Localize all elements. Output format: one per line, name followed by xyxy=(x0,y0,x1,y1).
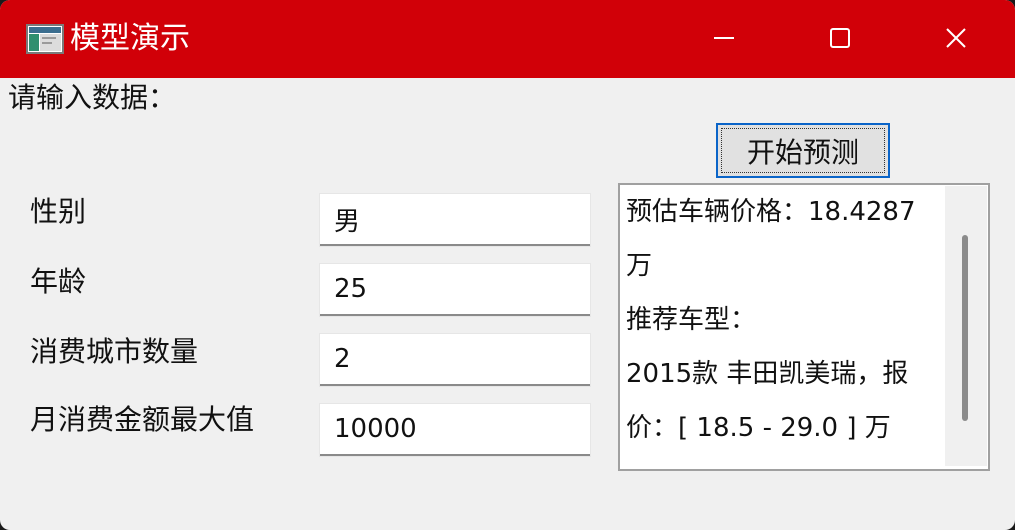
city-count-label: 消费城市数量 xyxy=(30,335,199,368)
max-monthly-spend-label: 月消费金额最大值 xyxy=(30,403,255,436)
result-line: 万 xyxy=(626,251,653,281)
app-icon xyxy=(26,24,64,54)
result-line: 预估车辆价格：18.4287 xyxy=(626,197,916,227)
age-label: 年龄 xyxy=(30,265,87,298)
result-line: 价：[ 18.5 - 29.0 ] 万 xyxy=(626,413,891,443)
city-count-field[interactable]: 2 xyxy=(320,334,590,386)
maximize-icon xyxy=(830,28,850,48)
maximize-button[interactable] xyxy=(810,10,870,66)
title-bar[interactable]: 模型演示 xyxy=(0,0,1015,78)
gender-label: 性别 xyxy=(30,195,87,228)
close-button[interactable] xyxy=(926,10,986,66)
result-scrollbar-thumb[interactable] xyxy=(962,235,968,421)
input-prompt-label: 请输入数据： xyxy=(8,81,177,114)
result-text: 预估车辆价格：18.4287 万 推荐车型： 2015款 丰田凯美瑞，报 价：[… xyxy=(626,185,942,455)
minimize-icon xyxy=(714,37,734,39)
gender-field[interactable]: 男 xyxy=(320,194,590,246)
start-prediction-button[interactable]: 开始预测 xyxy=(716,123,890,178)
window-title: 模型演示 xyxy=(70,21,190,56)
close-icon xyxy=(946,28,966,48)
prediction-result-box[interactable]: 预估车辆价格：18.4287 万 推荐车型： 2015款 丰田凯美瑞，报 价：[… xyxy=(618,183,990,471)
age-field[interactable]: 25 xyxy=(320,264,590,316)
app-window: 模型演示 请输入数据： 开始预测 性别 男 年龄 25 消费城市数量 2 月消费… xyxy=(0,0,1015,530)
result-line: 推荐车型： xyxy=(626,305,757,335)
result-line: 2015款 丰田凯美瑞，报 xyxy=(626,359,909,389)
max-monthly-spend-field[interactable]: 10000 xyxy=(320,404,590,456)
minimize-button[interactable] xyxy=(694,10,754,66)
